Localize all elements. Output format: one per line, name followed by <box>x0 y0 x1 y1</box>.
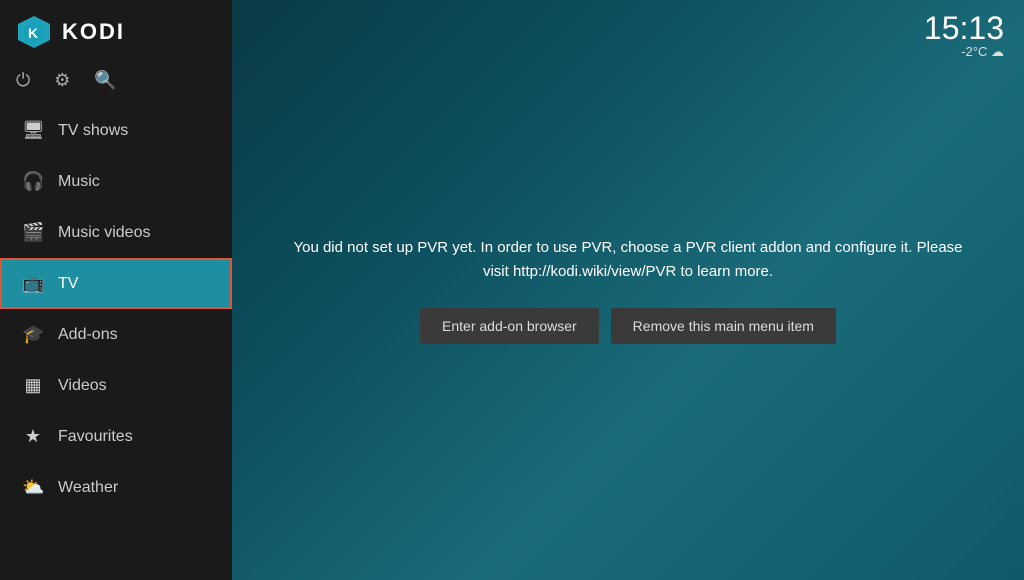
sidebar-item-music-videos[interactable]: 🎬 Music videos <box>0 207 232 258</box>
sidebar-item-label: Add-ons <box>58 326 118 344</box>
favourites-icon: ★ <box>22 426 44 447</box>
power-icon[interactable]: ⏻ <box>16 70 30 91</box>
enter-addon-browser-button[interactable]: Enter add-on browser <box>420 308 599 344</box>
weather-icon: ⛅ <box>22 477 44 498</box>
tv-shows-icon: 🖥 <box>22 120 44 141</box>
sidebar: K KODI ⏻ ⚙ 🔍 🖥 TV shows 🎧 Music 🎬 Music … <box>0 0 232 580</box>
sidebar-item-tv-shows[interactable]: 🖥 TV shows <box>0 105 232 156</box>
sidebar-header: K KODI <box>0 0 232 64</box>
settings-icon[interactable]: ⚙ <box>54 70 70 91</box>
sidebar-item-label: Music videos <box>58 224 150 242</box>
sidebar-item-label: TV <box>58 275 78 293</box>
pvr-content: You did not set up PVR yet. In order to … <box>232 0 1024 580</box>
videos-icon: ▦ <box>22 375 44 396</box>
sidebar-item-weather[interactable]: ⛅ Weather <box>0 462 232 513</box>
sidebar-item-label: Favourites <box>58 428 133 446</box>
tv-icon: 📺 <box>22 273 44 294</box>
sidebar-item-music[interactable]: 🎧 Music <box>0 156 232 207</box>
clock-weather: -2°C ☁ <box>924 44 1004 60</box>
add-ons-icon: 🎓 <box>22 324 44 345</box>
main-content: 15:13 -2°C ☁ You did not set up PVR yet.… <box>232 0 1024 580</box>
svg-text:K: K <box>28 25 38 41</box>
sidebar-item-label: Music <box>58 173 100 191</box>
music-videos-icon: 🎬 <box>22 222 44 243</box>
search-icon[interactable]: 🔍 <box>94 70 116 91</box>
clock-time: 15:13 <box>924 12 1004 44</box>
sidebar-item-label: Weather <box>58 479 118 497</box>
sidebar-item-videos[interactable]: ▦ Videos <box>0 360 232 411</box>
music-icon: 🎧 <box>22 171 44 192</box>
sidebar-icon-bar: ⏻ ⚙ 🔍 <box>0 64 232 105</box>
sidebar-item-tv[interactable]: 📺 TV <box>0 258 232 309</box>
clock-area: 15:13 -2°C ☁ <box>924 12 1004 60</box>
temperature: -2°C <box>961 44 987 59</box>
sidebar-nav: 🖥 TV shows 🎧 Music 🎬 Music videos 📺 TV 🎓… <box>0 105 232 580</box>
sidebar-item-label: Videos <box>58 377 107 395</box>
sidebar-item-favourites[interactable]: ★ Favourites <box>0 411 232 462</box>
sidebar-item-add-ons[interactable]: 🎓 Add-ons <box>0 309 232 360</box>
weather-cloud-icon: ☁ <box>991 44 1004 59</box>
kodi-logo-icon: K <box>16 14 52 50</box>
sidebar-item-label: TV shows <box>58 122 128 140</box>
pvr-buttons: Enter add-on browser Remove this main me… <box>420 308 836 344</box>
app-title: KODI <box>62 19 125 45</box>
remove-menu-item-button[interactable]: Remove this main menu item <box>611 308 836 344</box>
pvr-message: You did not set up PVR yet. In order to … <box>288 236 968 284</box>
